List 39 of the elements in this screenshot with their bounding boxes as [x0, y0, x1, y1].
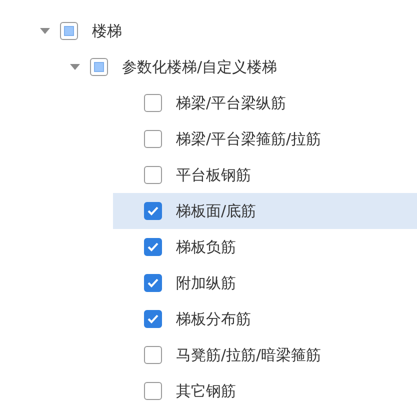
- checkmark-icon: [147, 278, 159, 288]
- tree-row[interactable]: 参数化楼梯/自定义楼梯: [0, 49, 417, 85]
- tree-label: 其它钢筋: [176, 382, 236, 400]
- checkbox[interactable]: [144, 310, 162, 328]
- tree-row[interactable]: 梯梁/平台梁纵筋: [113, 85, 417, 121]
- tree-label: 附加纵筋: [176, 274, 236, 292]
- tree-row[interactable]: 梯板分布筋: [113, 301, 417, 337]
- checkmark-icon: [147, 206, 159, 216]
- tree-row[interactable]: 其它钢筋: [113, 373, 417, 409]
- checkbox[interactable]: [144, 274, 162, 292]
- caret-icon[interactable]: [40, 28, 50, 34]
- checkbox[interactable]: [144, 94, 162, 112]
- checkmark-icon: [147, 314, 159, 324]
- tree-label: 平台板钢筋: [176, 166, 251, 184]
- checkbox[interactable]: [144, 166, 162, 184]
- checkbox[interactable]: [60, 22, 78, 40]
- tree-row[interactable]: 楼梯: [0, 13, 417, 49]
- checkbox[interactable]: [144, 346, 162, 364]
- tree-label: 梯板面/底筋: [176, 202, 256, 220]
- tree-label: 梯板负筋: [176, 238, 236, 256]
- tree-row[interactable]: 附加纵筋: [113, 265, 417, 301]
- checkmark-icon: [147, 242, 159, 252]
- checkbox[interactable]: [144, 202, 162, 220]
- tree-label: 梯板分布筋: [176, 310, 251, 328]
- tree-row[interactable]: 梯梁/平台梁箍筋/拉筋: [113, 121, 417, 157]
- tree-label: 梯梁/平台梁纵筋: [176, 94, 286, 112]
- tree-label: 参数化楼梯/自定义楼梯: [122, 58, 278, 76]
- checkbox[interactable]: [90, 58, 108, 76]
- checkbox[interactable]: [144, 382, 162, 400]
- tree-label: 梯梁/平台梁箍筋/拉筋: [176, 130, 322, 148]
- tree-row[interactable]: 梯板负筋: [113, 229, 417, 265]
- tree-label: 马凳筋/拉筋/暗梁箍筋: [176, 346, 322, 364]
- checkbox[interactable]: [144, 238, 162, 256]
- caret-icon[interactable]: [70, 64, 80, 70]
- checkbox[interactable]: [144, 130, 162, 148]
- tree-row[interactable]: 马凳筋/拉筋/暗梁箍筋: [113, 337, 417, 373]
- tree-row[interactable]: 平台板钢筋: [113, 157, 417, 193]
- tree-row[interactable]: 梯板面/底筋: [113, 193, 417, 229]
- tree-label: 楼梯: [92, 22, 122, 40]
